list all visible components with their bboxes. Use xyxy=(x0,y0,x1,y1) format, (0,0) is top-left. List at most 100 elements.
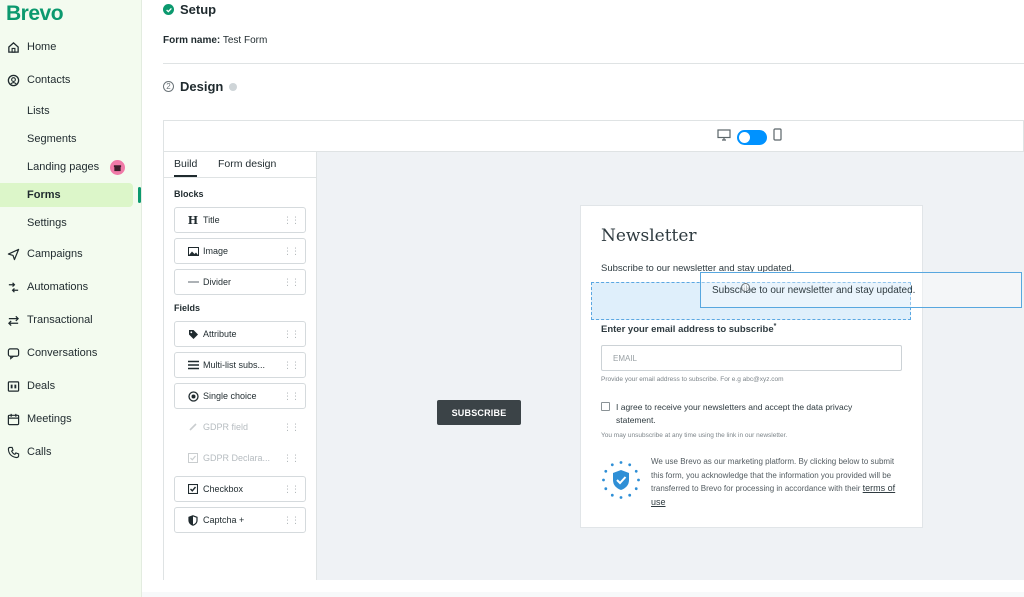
check-icon xyxy=(163,4,174,15)
block-label: Title xyxy=(203,215,220,225)
editor-toolbar xyxy=(164,121,1023,152)
subscribe-button[interactable]: SUBSCRIBE xyxy=(437,400,521,425)
block-label: Attribute xyxy=(203,329,237,339)
sidebar-item-meetings[interactable]: Meetings xyxy=(0,407,142,431)
field-checkbox[interactable]: Checkbox ⋮⋮ xyxy=(174,476,306,502)
sidebar-item-segments[interactable]: Segments xyxy=(0,127,142,151)
design-section-header[interactable]: 2 Design xyxy=(163,79,238,94)
sidebar-item-label: Settings xyxy=(27,217,67,229)
form-name-label: Form name: xyxy=(163,35,221,46)
form-canvas: Newsletter Subscribe to our newsletter a… xyxy=(317,152,1024,580)
sidebar-item-forms[interactable]: Forms xyxy=(0,183,133,207)
device-toggle[interactable] xyxy=(737,129,767,145)
email-label-text: Enter your email address to subscribe xyxy=(601,324,774,336)
setup-title: Setup xyxy=(180,2,217,17)
field-gdpr-declaration: GDPR Declara... ⋮⋮ xyxy=(174,445,306,471)
consent-checkbox-row[interactable]: I agree to receive your newsletters and … xyxy=(601,401,891,427)
home-icon xyxy=(7,41,20,54)
automation-icon xyxy=(7,281,20,294)
radio-icon xyxy=(187,390,199,402)
drag-handle-icon[interactable]: ⋮⋮ xyxy=(283,329,300,340)
deals-icon xyxy=(7,380,20,393)
sidebar-item-label: Calls xyxy=(27,446,52,458)
sidebar-item-landing-pages[interactable]: Landing pages xyxy=(0,155,142,179)
blocks-heading: Blocks xyxy=(174,189,204,199)
sidebar-item-label: Landing pages xyxy=(27,161,100,173)
sidebar-item-transactional[interactable]: Transactional xyxy=(0,308,142,332)
shield-icon xyxy=(187,514,199,526)
field-multi-list[interactable]: Multi-list subs... ⋮⋮ xyxy=(174,352,306,378)
sidebar-item-label: Segments xyxy=(27,133,77,145)
setup-section-header[interactable]: Setup xyxy=(163,2,216,17)
field-captcha[interactable]: Captcha + ⋮⋮ xyxy=(174,507,306,533)
consent-checkbox[interactable] xyxy=(601,402,610,411)
sidebar-item-label: Contacts xyxy=(27,74,71,86)
disclaimer-text: We use Brevo as our marketing platform. … xyxy=(651,455,901,509)
fields-heading: Fields xyxy=(174,303,201,313)
sidebar-item-label: Meetings xyxy=(27,413,72,425)
form-title[interactable]: Newsletter xyxy=(601,226,697,246)
drag-handle-icon[interactable]: ⋮⋮ xyxy=(283,515,300,526)
block-label: Checkbox xyxy=(203,484,244,494)
drag-handle-icon: ⋮⋮ xyxy=(283,421,300,432)
drag-handle-icon: ⋮⋮ xyxy=(283,452,300,463)
sidebar-item-home[interactable]: Home xyxy=(0,35,142,59)
form-preview: Newsletter Subscribe to our newsletter a… xyxy=(580,205,923,528)
sidebar-item-settings[interactable]: Settings xyxy=(0,211,142,235)
send-icon xyxy=(7,248,20,261)
sidebar-item-label: Campaigns xyxy=(27,248,83,260)
drag-cursor-icon xyxy=(741,283,750,292)
field-single-choice[interactable]: Single choice ⋮⋮ xyxy=(174,383,306,409)
build-panel: Build Form design Blocks H Title ⋮⋮ Imag… xyxy=(164,152,317,580)
sidebar-item-lists[interactable]: Lists xyxy=(0,99,142,123)
sidebar-item-contacts[interactable]: Contacts xyxy=(0,68,142,92)
block-image[interactable]: Image ⋮⋮ xyxy=(174,238,306,264)
heading-icon: H xyxy=(187,213,199,227)
tab-build[interactable]: Build xyxy=(174,158,198,177)
tab-form-design[interactable]: Form design xyxy=(218,158,276,170)
sidebar-item-automations[interactable]: Automations xyxy=(0,275,142,299)
phone-icon xyxy=(7,446,20,459)
drag-handle-icon[interactable]: ⋮⋮ xyxy=(283,391,300,402)
drag-handle-icon[interactable]: ⋮⋮ xyxy=(283,360,300,371)
step-number: 2 xyxy=(163,81,174,92)
gift-icon xyxy=(110,159,125,175)
unsubscribe-helper-text: You may unsubscribe at any time using th… xyxy=(601,432,788,439)
form-editor: Build Form design Blocks H Title ⋮⋮ Imag… xyxy=(163,120,1024,580)
field-attribute[interactable]: Attribute ⋮⋮ xyxy=(174,321,306,347)
drag-handle-icon[interactable]: ⋮⋮ xyxy=(283,215,300,226)
form-name-row: Form name: Test Form xyxy=(163,35,267,46)
sidebar-item-label: Lists xyxy=(27,105,50,117)
drag-handle-icon[interactable]: ⋮⋮ xyxy=(283,277,300,288)
sidebar-item-calls[interactable]: Calls xyxy=(0,440,142,464)
email-label[interactable]: Enter your email address to subscribe* xyxy=(601,323,776,335)
checkbox-icon xyxy=(187,483,199,495)
design-title: Design xyxy=(180,79,224,94)
sidebar-item-conversations[interactable]: Conversations xyxy=(0,341,142,365)
divider xyxy=(163,63,1024,64)
sidebar-item-label: Automations xyxy=(27,281,89,293)
form-name-value: Test Form xyxy=(222,35,268,46)
device-switcher xyxy=(717,128,782,146)
desktop-icon[interactable] xyxy=(717,128,731,146)
sidebar-item-campaigns[interactable]: Campaigns xyxy=(0,242,142,266)
editor-tabs: Build Form design xyxy=(164,152,317,178)
block-label: Captcha + xyxy=(203,515,245,525)
email-placeholder: EMAIL xyxy=(613,353,638,363)
email-field[interactable]: EMAIL xyxy=(601,345,902,371)
block-divider[interactable]: Divider ⋮⋮ xyxy=(174,269,306,295)
block-label: Multi-list subs... xyxy=(203,360,266,370)
block-label: Divider xyxy=(203,277,232,287)
consent-text: I agree to receive your newsletters and … xyxy=(616,402,853,425)
block-title[interactable]: H Title ⋮⋮ xyxy=(174,207,306,233)
email-helper-text: Provide your email address to subscribe.… xyxy=(601,376,784,383)
drag-handle-icon[interactable]: ⋮⋮ xyxy=(283,484,300,495)
sidebar-item-deals[interactable]: Deals xyxy=(0,374,142,398)
drag-handle-icon[interactable]: ⋮⋮ xyxy=(283,246,300,257)
block-label: GDPR field xyxy=(203,422,249,432)
brevo-logo[interactable]: Brevo xyxy=(6,2,64,26)
image-icon xyxy=(187,245,199,257)
info-icon[interactable] xyxy=(229,82,238,91)
mobile-icon[interactable] xyxy=(773,128,782,146)
block-label: GDPR Declara... xyxy=(203,453,271,463)
